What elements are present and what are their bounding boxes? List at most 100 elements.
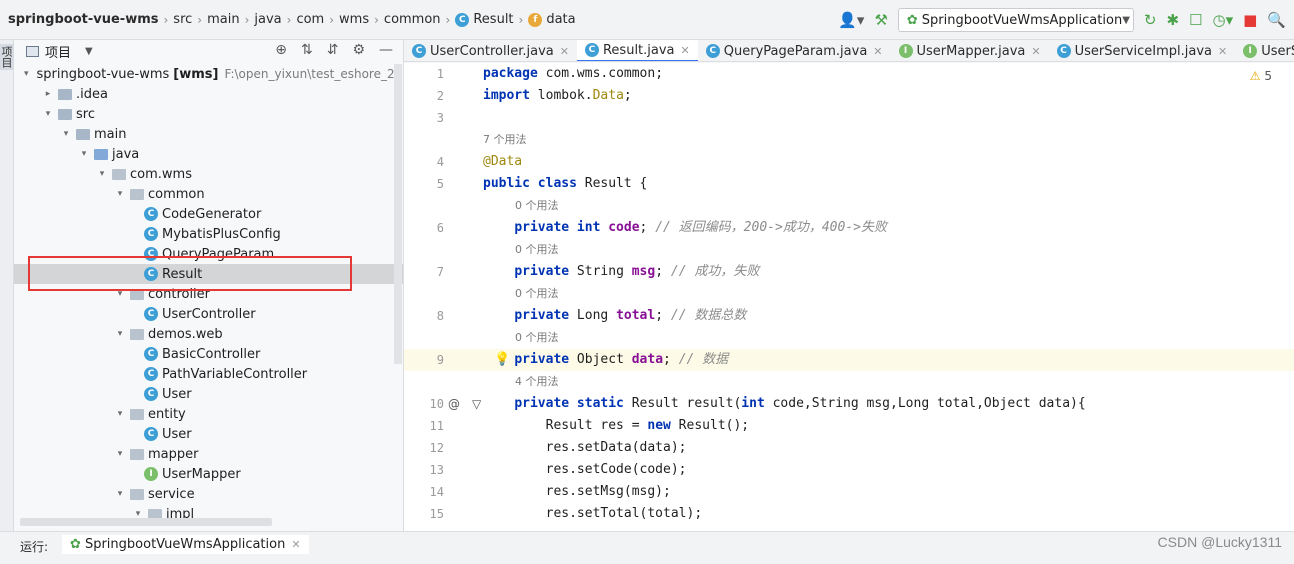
gear-icon[interactable]: ⚙ <box>352 42 365 58</box>
editor-tab[interactable]: IUserServic <box>1235 40 1294 61</box>
code-line: 6 private int code; // 返回编码，200->成功，400-… <box>404 217 1294 239</box>
interface-icon: I <box>898 44 913 58</box>
chevron-down-icon[interactable]: ▾ <box>114 489 126 499</box>
run-icon[interactable]: ↻ <box>1144 11 1157 29</box>
tree-item[interactable]: C CodeGenerator <box>14 204 403 224</box>
usage-hint[interactable]: 0 个用法 <box>515 195 559 217</box>
search-icon[interactable]: 🔍 <box>1267 11 1286 29</box>
usage-hint[interactable]: 0 个用法 <box>515 327 559 349</box>
tree-item[interactable]: C User <box>14 384 403 404</box>
editor-tab[interactable]: C Result.java ✕ <box>576 40 698 61</box>
tree-item[interactable]: ▾ demos.web <box>14 324 403 344</box>
breadcrumb-file[interactable]: C Result <box>451 12 517 27</box>
fold-icon[interactable]: ▽ <box>472 393 481 415</box>
close-icon[interactable]: ✕ <box>291 538 300 551</box>
tree-item[interactable]: ▾ service <box>14 484 403 504</box>
usage-hint[interactable]: 0 个用法 <box>515 283 559 305</box>
tree-item[interactable]: ▾ common <box>14 184 403 204</box>
chevron-down-icon[interactable]: ▾ <box>24 69 29 79</box>
tree-item[interactable]: C UserController <box>14 304 403 324</box>
tree-item[interactable]: ▾ springboot-vue-wms [wms] F:\open_yixun\te… <box>14 64 404 84</box>
editor-tab[interactable]: C QueryPageParam.java ✕ <box>698 40 891 61</box>
editor-tab[interactable]: C UserController.java ✕ <box>404 40 577 61</box>
tree-item[interactable]: ▾ main <box>14 124 403 144</box>
close-icon[interactable]: ✕ <box>560 45 569 58</box>
project-path: F:\open_yixun\test_eshore_202 <box>224 67 404 81</box>
chevron-down-icon[interactable]: ▼ <box>85 46 93 57</box>
run-configuration-select[interactable]: ✿ SpringbootVueWmsApplication ▼ <box>897 8 1134 32</box>
close-icon[interactable]: ✕ <box>873 45 882 58</box>
tree-item[interactable]: ▾ mapper <box>14 444 403 464</box>
chevron-down-icon[interactable]: ▾ <box>96 169 108 179</box>
tree-item[interactable]: ▾ java <box>14 144 403 164</box>
close-icon[interactable]: ✕ <box>681 44 690 57</box>
expand-all-icon[interactable]: ⇅ <box>301 42 313 58</box>
breadcrumb-item[interactable]: wms <box>335 12 373 27</box>
tree-scrollbar[interactable] <box>394 64 402 364</box>
usage-hint[interactable]: 7 个用法 <box>483 129 527 151</box>
chevron-down-icon[interactable]: ▾ <box>114 189 126 199</box>
breadcrumb-project[interactable]: springboot-vue-wms <box>4 12 162 27</box>
breadcrumb-item[interactable]: src <box>169 12 196 27</box>
chevron-down-icon[interactable]: ▾ <box>114 409 126 419</box>
usage-hint[interactable]: 0 个用法 <box>515 239 559 261</box>
tree-item-label: common <box>148 186 205 202</box>
class-icon: C <box>584 43 599 57</box>
main-toolbar: 👤▾ ⚒ ✿ SpringbootVueWmsApplication ▼ ↻ ✱ … <box>838 0 1294 40</box>
user-icon[interactable]: 👤▾ <box>838 11 864 29</box>
package-icon <box>112 168 126 180</box>
tree-item[interactable]: C MybatisPlusConfig <box>14 224 403 244</box>
collapse-all-icon[interactable]: ⇵ <box>327 42 339 58</box>
tree-item[interactable]: ▾ src <box>14 104 403 124</box>
tree-item-label: mapper <box>148 446 199 462</box>
hide-icon[interactable]: — <box>379 42 393 58</box>
breadcrumb-file-label: Result <box>473 12 514 27</box>
stop-icon[interactable]: ■ <box>1243 11 1257 29</box>
class-icon: C <box>144 387 158 401</box>
close-icon[interactable]: ✕ <box>1031 45 1040 58</box>
chevron-down-icon[interactable]: ▾ <box>114 329 126 339</box>
chevron-down-icon[interactable]: ▾ <box>42 109 54 119</box>
code-editor[interactable]: ⚠ 5 1 package com.wms.common; 2 import lomb… <box>404 63 1294 531</box>
override-marker-icon[interactable]: @ <box>448 393 460 415</box>
tree-item[interactable]: C PathVariableController <box>14 364 403 384</box>
tree-item-label: com.wms <box>130 166 192 182</box>
run-label: 运行: <box>20 540 49 554</box>
tree-horizontal-scrollbar[interactable] <box>20 518 272 526</box>
breadcrumb-member[interactable]: f data <box>524 12 579 27</box>
run-tab[interactable]: ✿ SpringbootVueWmsApplication ✕ <box>62 535 309 554</box>
project-tool-button[interactable]: 项目 <box>0 44 14 70</box>
coverage-icon[interactable]: ☐ <box>1189 11 1202 29</box>
project-panel-title[interactable]: 项目 <box>45 42 71 61</box>
tree-item[interactable]: ▸ .idea <box>14 84 403 104</box>
locate-icon[interactable]: ⊕ <box>275 42 287 58</box>
editor-tab[interactable]: I UserMapper.java ✕ <box>891 40 1049 61</box>
usage-hint[interactable]: 4 个用法 <box>515 371 559 393</box>
chevron-down-icon[interactable]: ▾ <box>78 149 90 159</box>
tree-item[interactable]: ▾ entity <box>14 404 403 424</box>
code-text: private String msg; // 成功，失败 <box>514 264 760 279</box>
editor-tab[interactable]: C UserServiceImpl.java ✕ <box>1049 40 1236 61</box>
profile-icon[interactable]: ◷▾ <box>1213 11 1234 29</box>
breadcrumb-item[interactable]: com <box>292 12 328 27</box>
chevron-down-icon[interactable]: ▾ <box>114 449 126 459</box>
breadcrumb-separator: › <box>329 12 335 27</box>
tree-item[interactable]: C User <box>14 424 403 444</box>
tree-item[interactable]: I UserMapper <box>14 464 403 484</box>
usage-hint-line: 4 个用法 <box>404 371 1294 393</box>
breadcrumb-item[interactable]: main <box>203 12 243 27</box>
class-icon: C <box>144 307 158 321</box>
selection-highlight-box <box>28 256 352 291</box>
debug-icon[interactable]: ✱ <box>1166 11 1179 29</box>
hammer-icon[interactable]: ⚒ <box>874 11 887 29</box>
class-icon: C <box>1056 44 1071 58</box>
breadcrumb-item[interactable]: common <box>380 12 445 27</box>
chevron-right-icon[interactable]: ▸ <box>42 89 54 99</box>
chevron-down-icon[interactable]: ▾ <box>60 129 72 139</box>
breadcrumb-item[interactable]: java <box>250 12 285 27</box>
interface-icon: I <box>1243 44 1258 58</box>
tree-item[interactable]: ▾ com.wms <box>14 164 403 184</box>
close-icon[interactable]: ✕ <box>1218 45 1227 58</box>
line-number: 14 <box>429 485 444 499</box>
tree-item[interactable]: C BasicController <box>14 344 403 364</box>
